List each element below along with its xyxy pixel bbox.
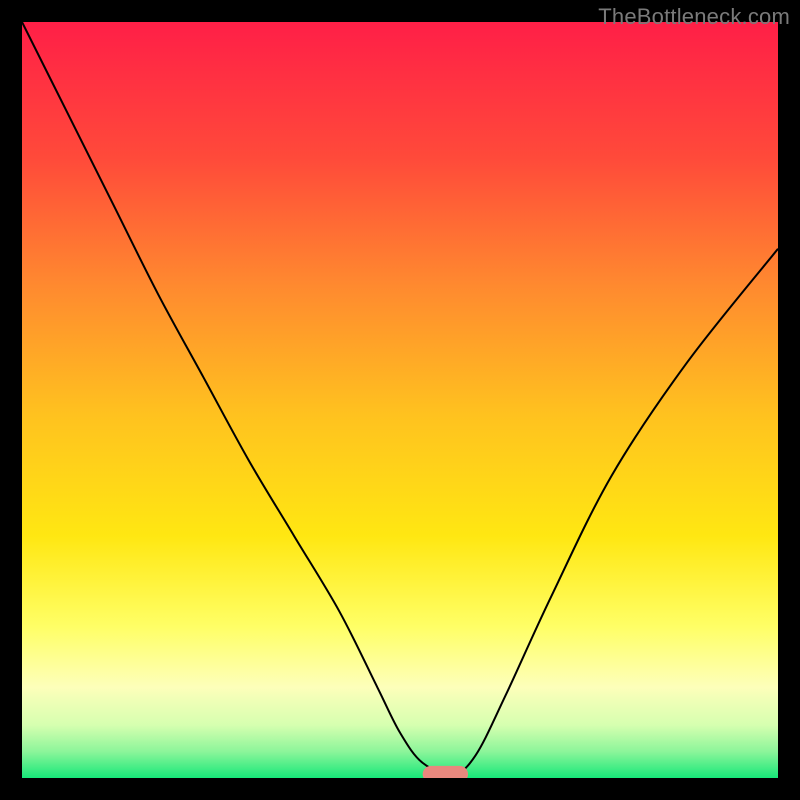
gradient-background <box>22 22 778 778</box>
chart-frame: TheBottleneck.com <box>0 0 800 800</box>
watermark-text: TheBottleneck.com <box>598 4 790 30</box>
bottleneck-chart <box>22 22 778 778</box>
optimal-marker <box>423 766 468 778</box>
plot-area <box>22 22 778 778</box>
